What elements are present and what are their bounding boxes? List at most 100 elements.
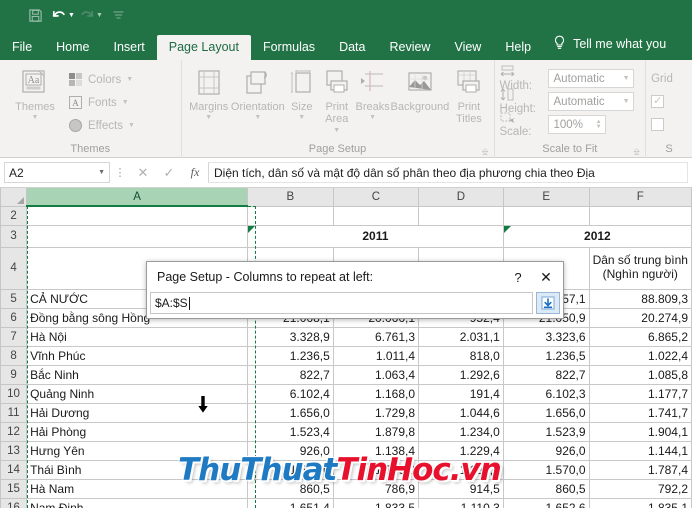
cell-c10[interactable]: 1.168,0 (332, 383, 420, 404)
colors-button[interactable]: Colors ▼ (65, 68, 135, 91)
cell-c8[interactable]: 1.011,4 (332, 345, 420, 366)
margins-dropdown-icon[interactable]: ▼ (205, 114, 212, 122)
print-titles-button[interactable]: Print Titles (449, 63, 488, 126)
cell-a9[interactable]: Bắc Ninh (26, 364, 248, 385)
size-dropdown-icon[interactable]: ▼ (298, 114, 305, 122)
cell-b12[interactable]: 1.523,4 (246, 421, 334, 442)
breaks-button[interactable]: Breaks ▼ (355, 63, 391, 122)
cell-f11[interactable]: 1.741,7 (588, 402, 692, 423)
cell-f15[interactable]: 792,2 (588, 478, 692, 499)
tab-help[interactable]: Help (493, 35, 543, 61)
gridlines-view-row[interactable] (651, 90, 665, 113)
cell-f16[interactable]: 1.835,1 (588, 497, 692, 508)
tab-page-layout[interactable]: Page Layout (156, 34, 251, 60)
cell-c2[interactable] (332, 205, 420, 226)
row-header-16[interactable]: 16 (0, 497, 28, 508)
redo-icon[interactable]: ▼ (78, 3, 104, 27)
row-header-9[interactable]: 9 (0, 364, 28, 385)
cell-e9[interactable]: 822,7 (502, 364, 590, 385)
effects-button[interactable]: Effects ▼ (65, 114, 135, 137)
size-button[interactable]: Size ▼ (285, 63, 319, 122)
cell-a16[interactable]: Nam Định (26, 497, 248, 508)
orientation-button[interactable]: Orientation ▼ (231, 63, 285, 122)
fonts-dropdown-icon[interactable]: ▼ (122, 99, 129, 106)
tab-data[interactable]: Data (327, 35, 377, 61)
fonts-button[interactable]: A Fonts ▼ (65, 91, 135, 114)
cell-d9[interactable]: 1.292,6 (418, 364, 504, 385)
header-year-2012[interactable]: 2012 (502, 224, 692, 248)
collapse-dialog-icon[interactable] (536, 292, 560, 314)
cell-b7[interactable]: 3.328,9 (246, 326, 334, 347)
confirm-icon[interactable]: ✓ (156, 162, 182, 184)
help-icon[interactable]: ? (505, 270, 531, 285)
row-header-12[interactable]: 12 (0, 421, 28, 442)
cell-d11[interactable]: 1.044,6 (418, 402, 504, 423)
cell-d8[interactable]: 818,0 (418, 345, 504, 366)
cell-d10[interactable]: 191,4 (418, 383, 504, 404)
cell-c11[interactable]: 1.729,8 (332, 402, 420, 423)
column-header-c[interactable]: C (332, 188, 420, 207)
tab-view[interactable]: View (442, 35, 493, 61)
print-area-button[interactable]: Print Area ▼ (319, 63, 355, 134)
cell-d12[interactable]: 1.234,0 (418, 421, 504, 442)
cell-e14[interactable]: 1.570,0 (502, 459, 590, 480)
chevron-down-icon[interactable]: ▼ (623, 75, 630, 82)
cell-f8[interactable]: 1.022,4 (588, 345, 692, 366)
cell-a10[interactable]: Quảng Ninh (26, 383, 248, 404)
scale-height-dropdown[interactable]: Automatic ▼ (547, 92, 634, 111)
cell-b10[interactable]: 6.102,4 (246, 383, 334, 404)
cell-c16[interactable]: 1.833,5 (332, 497, 420, 508)
column-header-e[interactable]: E (502, 188, 590, 207)
cell-b11[interactable]: 1.656,0 (246, 402, 334, 423)
gridlines-view-checkbox[interactable] (651, 94, 665, 108)
undo-icon[interactable]: ▼ (50, 3, 76, 27)
name-box-dropdown-icon[interactable]: ▼ (98, 169, 105, 176)
cell-e15[interactable]: 860,5 (502, 478, 590, 499)
name-box[interactable]: A2 ▼ (4, 162, 110, 183)
row-header-2[interactable]: 2 (0, 205, 28, 226)
formula-input[interactable]: Diện tích, dân số và mật độ dân số phân … (208, 162, 688, 183)
row-header-8[interactable]: 8 (0, 345, 28, 366)
cell-f14[interactable]: 1.787,4 (588, 459, 692, 480)
tab-file[interactable]: File (0, 35, 44, 61)
row-header-3[interactable]: 3 (0, 224, 28, 248)
page-setup-dialog-launcher-icon[interactable]: ⎒ (481, 147, 490, 156)
undo-dropdown-icon[interactable]: ▼ (68, 12, 75, 19)
cell-e12[interactable]: 1.523,9 (502, 421, 590, 442)
breaks-dropdown-icon[interactable]: ▼ (369, 114, 376, 122)
scale-width-dropdown[interactable]: Automatic ▼ (547, 69, 634, 88)
tell-me-search[interactable]: Tell me what you (543, 29, 670, 60)
effects-dropdown-icon[interactable]: ▼ (128, 122, 135, 129)
orientation-dropdown-icon[interactable]: ▼ (254, 114, 261, 122)
cell-f4-subheader[interactable]: Dân số trung bình (Nghìn người) (588, 246, 692, 290)
row-header-7[interactable]: 7 (0, 326, 28, 347)
cancel-icon[interactable]: ✕ (130, 162, 156, 184)
cell-d2[interactable] (418, 205, 504, 226)
cell-f13[interactable]: 1.144,1 (588, 440, 692, 461)
cell-f10[interactable]: 1.177,7 (588, 383, 692, 404)
cell-a12[interactable]: Hải Phòng (26, 421, 248, 442)
tab-review[interactable]: Review (377, 35, 442, 61)
cell-f7[interactable]: 6.865,2 (588, 326, 692, 347)
margins-button[interactable]: Margins ▼ (187, 63, 231, 122)
save-icon[interactable] (22, 3, 48, 27)
background-button[interactable]: Background (391, 63, 449, 113)
gridlines-print-checkbox[interactable] (651, 118, 665, 131)
spinner-icon[interactable]: ▲ ▼ (596, 119, 602, 130)
scale-to-fit-dialog-launcher-icon[interactable]: ⎒ (632, 147, 641, 156)
close-icon[interactable]: ✕ (531, 263, 561, 291)
cell-f9[interactable]: 1.085,8 (588, 364, 692, 385)
row-header-14[interactable]: 14 (0, 459, 28, 480)
row-header-13[interactable]: 13 (0, 440, 28, 461)
column-header-d[interactable]: D (418, 188, 504, 207)
cell-e8[interactable]: 1.236,5 (502, 345, 590, 366)
chevron-down-icon[interactable]: ▼ (623, 98, 630, 105)
cell-d7[interactable]: 2.031,1 (418, 326, 504, 347)
cell-f5[interactable]: 88.809,3 (588, 288, 692, 309)
cell-e2[interactable] (502, 205, 590, 226)
cell-b16[interactable]: 1.651,4 (246, 497, 334, 508)
cell-f6[interactable]: 20.274,9 (588, 307, 692, 328)
cell-b9[interactable]: 822,7 (246, 364, 334, 385)
cell-a8[interactable]: Vĩnh Phúc (26, 345, 248, 366)
cell-f12[interactable]: 1.904,1 (588, 421, 692, 442)
